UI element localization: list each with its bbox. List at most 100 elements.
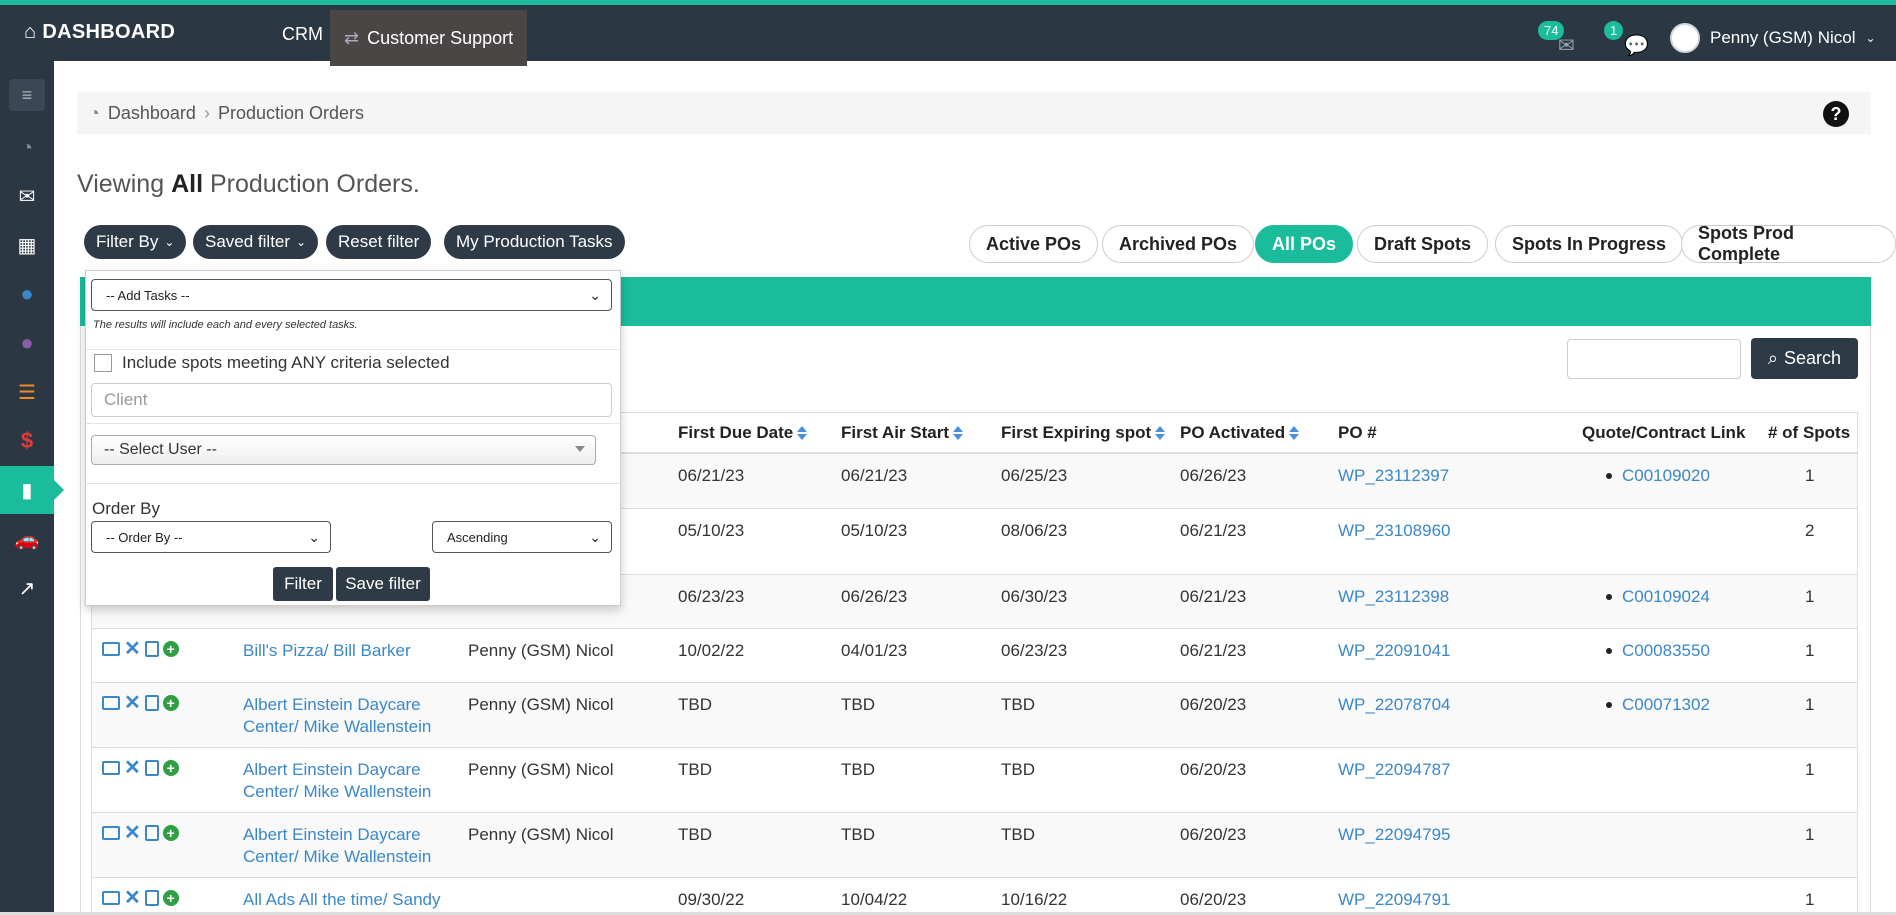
header-label: First Expiring spot: [1001, 423, 1152, 442]
saved-filter-label: Saved filter: [205, 232, 291, 251]
po-link[interactable]: WP_22094795: [1338, 824, 1450, 846]
client-field[interactable]: Client: [91, 383, 612, 417]
folder-open-icon[interactable]: [102, 696, 120, 710]
dashboard-gauge-icon: ◔: [89, 102, 100, 123]
sidebar-item-billing[interactable]: $: [0, 417, 54, 465]
close-icon[interactable]: ✕: [124, 693, 141, 713]
nav-crm[interactable]: CRM: [282, 24, 323, 45]
search-input[interactable]: [1567, 339, 1741, 379]
sidebar-item-reports[interactable]: ↗: [0, 564, 54, 612]
cell-user: Penny (GSM) Nicol: [468, 641, 614, 660]
row-actions: ✕ +: [102, 693, 179, 713]
cell-exp: TBD: [1001, 825, 1035, 844]
quote-link[interactable]: C00071302: [1622, 694, 1710, 716]
sidebar-item-vehicles[interactable]: 🚗: [0, 515, 54, 563]
tab-all-pos[interactable]: All POs: [1255, 225, 1354, 263]
brand-link[interactable]: ⌂ DASHBOARD: [24, 21, 175, 44]
close-icon[interactable]: ✕: [124, 823, 141, 843]
car-icon: 🚗: [14, 528, 40, 551]
copy-icon[interactable]: [144, 890, 159, 906]
add-tasks-select[interactable]: -- Add Tasks -- ⌄: [91, 279, 612, 311]
chevron-down-icon: ⌄: [1865, 31, 1876, 45]
header-first-expiring-spot[interactable]: First Expiring spot: [1001, 423, 1166, 443]
tab-active-pos[interactable]: Active POs: [969, 225, 1099, 263]
copy-icon[interactable]: [144, 760, 159, 776]
include-any-checkbox[interactable]: [94, 354, 112, 372]
sidebar-item-contacts[interactable]: ●: [0, 270, 54, 318]
header-po-activated[interactable]: PO Activated: [1180, 423, 1300, 443]
tab-archived-pos[interactable]: Archived POs: [1102, 225, 1255, 263]
cell-user: Penny (GSM) Nicol: [468, 695, 614, 714]
quote-link[interactable]: C00083550: [1622, 640, 1710, 662]
header-first-due-date[interactable]: First Due Date: [678, 423, 808, 443]
cell-user: Penny (GSM) Nicol: [468, 825, 614, 844]
select-user-dropdown[interactable]: -- Select User --: [91, 435, 596, 465]
folder-open-icon[interactable]: [102, 761, 120, 775]
my-production-tasks-button[interactable]: My Production Tasks: [444, 225, 625, 259]
po-link[interactable]: WP_22094787: [1338, 759, 1450, 781]
header-first-air-start[interactable]: First Air Start: [841, 423, 964, 443]
include-any-label: Include spots meeting ANY criteria selec…: [122, 353, 450, 372]
sidebar-toggle[interactable]: ≡: [0, 71, 54, 119]
save-filter-button[interactable]: Save filter: [336, 567, 430, 601]
order-by-value: -- Order By --: [106, 529, 183, 545]
select-user-value: -- Select User --: [104, 441, 217, 458]
sidebar-item-dashboard[interactable]: ◔: [0, 124, 54, 172]
filter-button[interactable]: Filter: [273, 567, 333, 601]
copy-icon[interactable]: [144, 641, 159, 657]
client-link[interactable]: Bill's Pizza/ Bill Barker: [243, 640, 443, 662]
sidebar-item-users[interactable]: ●: [0, 319, 54, 367]
copy-icon[interactable]: [144, 825, 159, 841]
quote-link[interactable]: C00109024: [1622, 586, 1710, 608]
copy-icon[interactable]: [144, 695, 159, 711]
reset-filter-button[interactable]: Reset filter: [326, 225, 432, 259]
add-tasks-value: -- Add Tasks --: [106, 287, 190, 303]
plus-circle-icon[interactable]: +: [162, 890, 179, 906]
client-link[interactable]: Albert Einstein Daycare Center/ Mike Wal…: [243, 824, 443, 868]
client-link[interactable]: Albert Einstein Daycare Center/ Mike Wal…: [243, 759, 443, 803]
po-link[interactable]: WP_23108960: [1338, 520, 1450, 542]
sidebar-item-mail[interactable]: ✉: [0, 172, 54, 220]
sidebar-item-companies[interactable]: ▦: [0, 221, 54, 269]
folder-open-icon[interactable]: [102, 826, 120, 840]
plus-circle-icon[interactable]: +: [162, 760, 179, 776]
cell-air: 05/10/23: [841, 521, 908, 540]
plus-circle-icon[interactable]: +: [162, 695, 179, 711]
nav-customer-support[interactable]: ⇄ Customer Support: [330, 10, 528, 66]
po-link[interactable]: WP_23112397: [1338, 465, 1449, 487]
cell-spots: 1: [1805, 695, 1815, 714]
saved-filter-button[interactable]: Saved filter ⌄: [193, 225, 319, 259]
filter-by-button[interactable]: Filter By ⌄: [84, 225, 187, 259]
envelope-icon: ✉: [1558, 35, 1575, 57]
client-link[interactable]: All Ads All the time/ Sandy: [243, 889, 483, 911]
po-link[interactable]: WP_22091041: [1338, 640, 1450, 662]
po-link[interactable]: WP_22078704: [1338, 694, 1450, 716]
folder-open-icon[interactable]: [102, 891, 120, 905]
cell-spots: 1: [1805, 890, 1815, 909]
order-by-select[interactable]: -- Order By -- ⌄: [91, 521, 331, 553]
cell-activated: 06/26/23: [1180, 466, 1247, 485]
close-icon[interactable]: ✕: [124, 639, 141, 659]
close-icon[interactable]: ✕: [124, 888, 141, 908]
po-link[interactable]: WP_22094791: [1338, 889, 1450, 911]
client-link[interactable]: Albert Einstein Daycare Center/ Mike Wal…: [243, 694, 443, 738]
tab-draft-spots[interactable]: Draft Spots: [1357, 225, 1489, 263]
search-button[interactable]: ⌕ Search: [1751, 338, 1858, 379]
breadcrumb-home[interactable]: Dashboard: [108, 103, 196, 124]
help-icon[interactable]: ?: [1823, 101, 1849, 127]
cell-activated: 06/21/23: [1180, 521, 1247, 540]
menu-icon: ≡: [9, 79, 45, 111]
order-direction-select[interactable]: Ascending ⌄: [432, 521, 612, 553]
close-icon[interactable]: ✕: [124, 758, 141, 778]
sidebar-item-layers[interactable]: ☰: [0, 368, 54, 416]
folder-open-icon[interactable]: [102, 642, 120, 656]
plus-circle-icon[interactable]: +: [162, 641, 179, 657]
quote-link[interactable]: C00109020: [1622, 465, 1710, 487]
user-menu[interactable]: Penny (GSM) Nicol ⌄: [1670, 23, 1876, 53]
nav-customer-support-label: Customer Support: [367, 27, 514, 48]
tab-spots-in-progress[interactable]: Spots In Progress: [1495, 225, 1684, 263]
plus-circle-icon[interactable]: +: [162, 825, 179, 841]
sidebar-item-production[interactable]: ▮: [0, 466, 64, 514]
po-link[interactable]: WP_23112398: [1338, 586, 1449, 608]
tab-spots-prod-complete[interactable]: Spots Prod Complete: [1681, 223, 1896, 264]
